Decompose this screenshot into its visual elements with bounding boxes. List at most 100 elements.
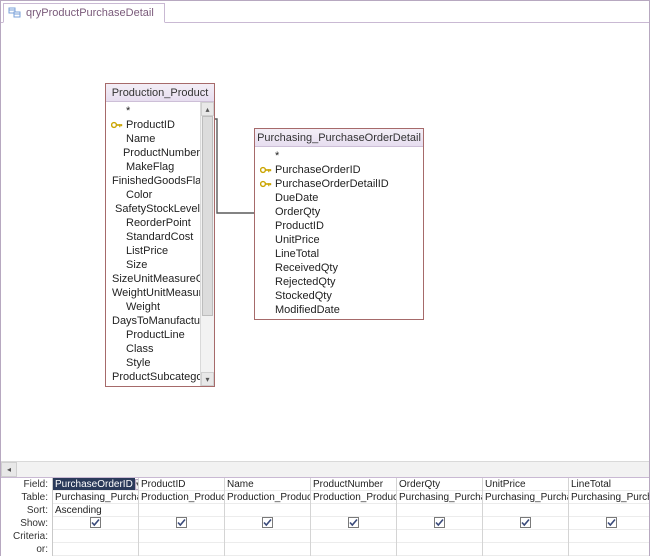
show-checkbox[interactable] (606, 517, 617, 528)
qbe-show-cell[interactable] (311, 517, 396, 530)
field-row[interactable]: Size (106, 258, 200, 272)
show-checkbox[interactable] (262, 517, 273, 528)
scroll-track[interactable] (17, 462, 649, 477)
field-list[interactable]: *ProductIDNameProductNumberMakeFlagFinis… (106, 102, 200, 386)
qbe-or-cell[interactable] (397, 543, 482, 556)
field-row[interactable]: PurchaseOrderID (255, 163, 423, 177)
field-row[interactable]: UnitPrice (255, 233, 423, 247)
qbe-sort-cell[interactable] (483, 504, 568, 517)
field-row[interactable]: ProductNumber (106, 146, 200, 160)
field-row[interactable]: DueDate (255, 191, 423, 205)
qbe-criteria-cell[interactable] (483, 530, 568, 543)
field-row[interactable]: ModifiedDate (255, 303, 423, 317)
field-row[interactable]: Weight (106, 300, 200, 314)
field-row[interactable]: StockedQty (255, 289, 423, 303)
field-row[interactable]: Style (106, 356, 200, 370)
show-checkbox[interactable] (176, 517, 187, 528)
field-name: * (275, 150, 279, 162)
table-purchasing-pod[interactable]: Purchasing_PurchaseOrderDetail *Purchase… (254, 128, 424, 320)
field-row[interactable]: PurchaseOrderDetailID (255, 177, 423, 191)
qbe-show-cell[interactable] (225, 517, 310, 530)
qbe-sort-cell[interactable] (311, 504, 396, 517)
field-row[interactable]: * (255, 149, 423, 163)
field-row[interactable]: ProductLine (106, 328, 200, 342)
field-row[interactable]: SizeUnitMeasureCode (106, 272, 200, 286)
qbe-or-cell[interactable] (225, 543, 310, 556)
qbe-criteria-cell[interactable] (311, 530, 396, 543)
qbe-sort-cell[interactable] (569, 504, 649, 517)
qbe-sort-cell[interactable] (139, 504, 224, 517)
field-row[interactable]: WeightUnitMeasureCo (106, 286, 200, 300)
qbe-show-cell[interactable] (53, 517, 138, 530)
qbe-criteria-cell[interactable] (225, 530, 310, 543)
show-checkbox[interactable] (434, 517, 445, 528)
qbe-field-cell[interactable]: LineTotal (569, 478, 649, 491)
qbe-column: UnitPricePurchasing_Purchase (483, 478, 569, 556)
qbe-table-cell[interactable]: Purchasing_Purchase (569, 491, 649, 504)
field-row[interactable]: Color (106, 188, 200, 202)
qbe-show-cell[interactable] (397, 517, 482, 530)
qbe-field-cell[interactable]: Name (225, 478, 310, 491)
show-checkbox[interactable] (520, 517, 531, 528)
field-row[interactable]: SafetyStockLevel (106, 202, 200, 216)
vertical-scrollbar[interactable]: ▴ ▾ (200, 102, 214, 386)
table-header[interactable]: Production_Product (106, 84, 214, 102)
qbe-criteria-cell[interactable] (397, 530, 482, 543)
field-row[interactable]: FinishedGoodsFlag (106, 174, 200, 188)
qbe-criteria-cell[interactable] (139, 530, 224, 543)
qbe-field-cell[interactable]: UnitPrice (483, 478, 568, 491)
qbe-table-cell[interactable]: Production_Product (225, 491, 310, 504)
horizontal-scrollbar[interactable]: ◂ (1, 461, 649, 477)
show-checkbox[interactable] (90, 517, 101, 528)
scroll-up-arrow-icon[interactable]: ▴ (201, 102, 214, 116)
tab-qryProductPurchaseDetail[interactable]: qryProductPurchaseDetail (3, 3, 165, 23)
qbe-table-cell[interactable]: Production_Product (139, 491, 224, 504)
field-row[interactable]: DaysToManufacture (106, 314, 200, 328)
dropdown-arrow-icon[interactable]: ▾ (135, 479, 138, 490)
scroll-track[interactable] (201, 116, 214, 372)
qbe-or-cell[interactable] (311, 543, 396, 556)
relationship-design-area[interactable]: Production_Product *ProductIDNameProduct… (1, 23, 649, 461)
qbe-criteria-cell[interactable] (569, 530, 649, 543)
qbe-show-cell[interactable] (139, 517, 224, 530)
scroll-down-arrow-icon[interactable]: ▾ (201, 372, 214, 386)
qbe-or-cell[interactable] (53, 543, 138, 556)
field-row[interactable]: * (106, 104, 200, 118)
qbe-table-cell[interactable]: Production_Product (311, 491, 396, 504)
qbe-table-cell[interactable]: Purchasing_Purchase (53, 491, 138, 504)
field-row[interactable]: OrderQty (255, 205, 423, 219)
qbe-table-cell[interactable]: Purchasing_Purchase (483, 491, 568, 504)
field-row[interactable]: ReorderPoint (106, 216, 200, 230)
qbe-or-cell[interactable] (139, 543, 224, 556)
field-row[interactable]: StandardCost (106, 230, 200, 244)
show-checkbox[interactable] (348, 517, 359, 528)
qbe-show-cell[interactable] (569, 517, 649, 530)
field-row[interactable]: ListPrice (106, 244, 200, 258)
qbe-show-cell[interactable] (483, 517, 568, 530)
table-production-product[interactable]: Production_Product *ProductIDNameProduct… (105, 83, 215, 387)
field-row[interactable]: MakeFlag (106, 160, 200, 174)
field-row[interactable]: LineTotal (255, 247, 423, 261)
qbe-field-cell[interactable]: OrderQty (397, 478, 482, 491)
scroll-left-arrow-icon[interactable]: ◂ (1, 462, 17, 477)
qbe-field-cell[interactable]: PurchaseOrderID▾ (53, 478, 138, 491)
table-header[interactable]: Purchasing_PurchaseOrderDetail (255, 129, 423, 147)
field-row[interactable]: RejectedQty (255, 275, 423, 289)
qbe-table-cell[interactable]: Purchasing_Purchase (397, 491, 482, 504)
qbe-field-cell[interactable]: ProductNumber (311, 478, 396, 491)
field-row[interactable]: ProductID (255, 219, 423, 233)
qbe-or-cell[interactable] (569, 543, 649, 556)
qbe-or-cell[interactable] (483, 543, 568, 556)
field-row[interactable]: ReceivedQty (255, 261, 423, 275)
qbe-sort-cell[interactable] (225, 504, 310, 517)
qbe-sort-cell[interactable] (397, 504, 482, 517)
field-row[interactable]: Class (106, 342, 200, 356)
field-row[interactable]: ProductID (106, 118, 200, 132)
scroll-thumb[interactable] (202, 116, 213, 316)
qbe-criteria-cell[interactable] (53, 530, 138, 543)
field-row[interactable]: ProductSubcategoryID (106, 370, 200, 384)
qbe-sort-cell[interactable]: Ascending (53, 504, 138, 517)
field-row[interactable]: Name (106, 132, 200, 146)
qbe-field-cell[interactable]: ProductID (139, 478, 224, 491)
field-list[interactable]: *PurchaseOrderIDPurchaseOrderDetailIDDue… (255, 147, 423, 319)
